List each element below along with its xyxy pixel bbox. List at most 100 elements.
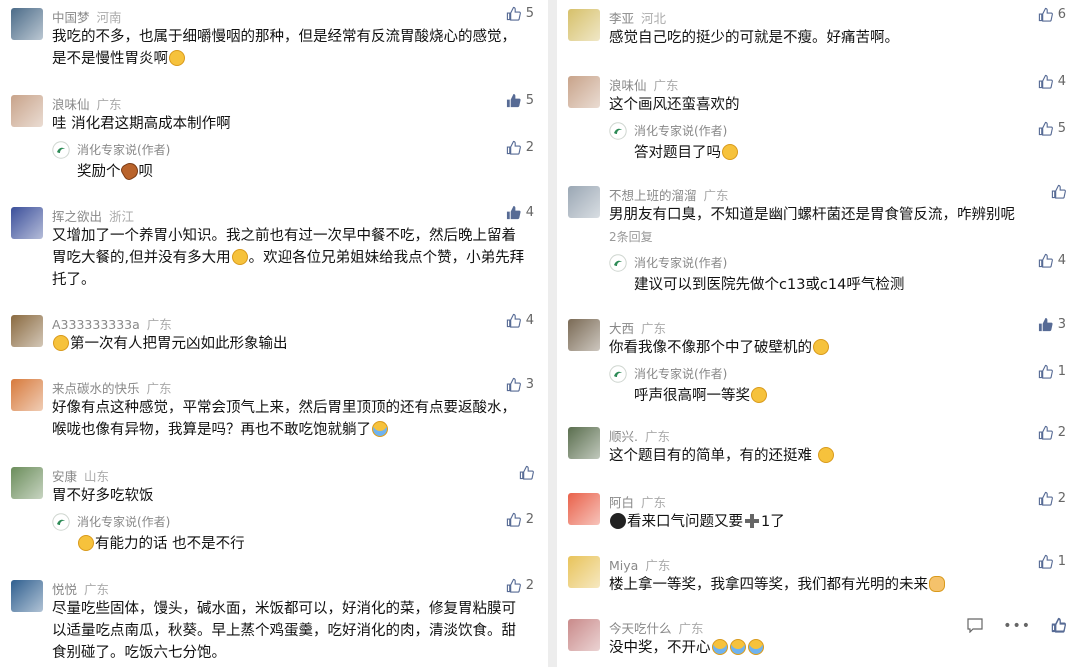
comment-header: 来点碳水的快乐 广东 xyxy=(52,378,172,397)
like-button[interactable]: 4 xyxy=(506,205,534,220)
like-button[interactable]: 4 xyxy=(1038,74,1066,89)
comment-text: 我吃的不多，也属于细嚼慢咽的那种，但是经常有反流胃酸烧心的感觉， 是不是慢性胃炎啊 xyxy=(52,29,516,67)
thumbs-up-icon[interactable] xyxy=(1051,618,1066,633)
like-button[interactable] xyxy=(1051,184,1066,199)
emoji-icon xyxy=(751,387,767,403)
comment-text: 你看我像不像那个中了破壁机的 xyxy=(609,337,1066,359)
author-reply: 消化专家说(作者) 呼声很高啊一等奖 1 xyxy=(609,363,1080,419)
more-replies-link[interactable]: 2条回复 xyxy=(609,228,653,245)
like-count: 5 xyxy=(525,6,534,21)
thumbs-up-icon xyxy=(506,512,521,527)
like-button[interactable]: 5 xyxy=(506,6,534,21)
emoji-icon xyxy=(747,639,764,655)
reply-like-button[interactable]: 2 xyxy=(506,140,534,155)
like-button[interactable]: 5 xyxy=(506,93,534,108)
avatar[interactable] xyxy=(568,9,600,41)
avatar[interactable] xyxy=(568,76,600,108)
user-name[interactable]: 浪味仙 xyxy=(52,97,90,112)
comment-text: 第一次有人把胃元凶如此形象输出 xyxy=(52,333,534,355)
user-name[interactable]: Miya xyxy=(609,558,638,573)
reply-author-name[interactable]: 消化专家说(作者) xyxy=(634,254,727,271)
user-name[interactable]: 今天吃什么 xyxy=(609,621,672,636)
like-button[interactable]: 3 xyxy=(1038,317,1066,332)
comment-text: 感觉自己吃的挺少的可就是不瘦。好痛苦啊。 xyxy=(609,30,899,46)
avatar[interactable] xyxy=(568,556,600,588)
emoji-icon xyxy=(813,339,829,355)
user-name[interactable]: 不想上班的溜溜 xyxy=(609,188,697,203)
like-button[interactable]: 6 xyxy=(1038,7,1066,22)
user-location: 广东 xyxy=(146,381,172,396)
reply-text: 呼声很高啊一等奖 xyxy=(634,385,768,407)
user-name[interactable]: 来点碳水的快乐 xyxy=(52,381,140,396)
reply-like-button[interactable]: 2 xyxy=(506,512,534,527)
comment-text: 这个画风还蛮喜欢的 xyxy=(609,97,740,113)
comment-text: 男朋友有口臭，不知道是幽门螺杆菌还是胃食管反流，咋辨别呢 xyxy=(609,207,1015,223)
avatar[interactable] xyxy=(11,467,43,499)
avatar[interactable] xyxy=(568,427,600,459)
like-button[interactable]: 3 xyxy=(506,377,534,392)
like-count: 3 xyxy=(1057,317,1066,332)
like-button[interactable]: 2 xyxy=(506,578,534,593)
avatar[interactable] xyxy=(568,493,600,525)
comment-header: 悦悦 广东 xyxy=(52,579,109,598)
comment-header: 安康 山东 xyxy=(52,466,109,485)
like-button[interactable]: 2 xyxy=(1038,425,1066,440)
comment-text: 胃不好多吃软饭 xyxy=(52,488,154,504)
user-name[interactable]: 安康 xyxy=(52,469,77,484)
user-location: 广东 xyxy=(641,321,667,336)
user-name[interactable]: 大西 xyxy=(609,321,634,336)
thumbs-up-icon xyxy=(1051,184,1066,199)
emoji-icon xyxy=(118,160,141,182)
user-name[interactable]: 浪味仙 xyxy=(609,78,647,93)
comment-text: 这个题目有的简单，有的还挺难 xyxy=(609,445,1066,467)
reply-author-name[interactable]: 消化专家说(作者) xyxy=(634,122,727,139)
comment-list-left: 中国梦 河南 5 我吃的不多，也属于细嚼慢咽的那种，但是经常有反流胃酸烧心的感觉， 是不… xyxy=(0,0,548,667)
comment-header: Miya 广东 xyxy=(609,555,670,574)
reply-author-name[interactable]: 消化专家说(作者) xyxy=(634,365,727,382)
avatar[interactable] xyxy=(11,379,43,411)
user-name[interactable]: 顺兴. xyxy=(609,429,638,444)
thumbs-up-icon xyxy=(1038,317,1053,332)
thumbs-up-icon xyxy=(506,578,521,593)
emoji-icon xyxy=(744,513,760,529)
avatar[interactable] xyxy=(568,186,600,218)
reply-like-button[interactable]: 5 xyxy=(1038,121,1066,136)
avatar[interactable] xyxy=(11,207,43,239)
reply-icon[interactable] xyxy=(967,618,983,637)
user-name[interactable]: 挥之欲出 xyxy=(52,209,102,224)
like-button[interactable] xyxy=(519,465,534,480)
emoji-icon xyxy=(722,144,738,160)
user-name[interactable]: 李亚 xyxy=(609,11,634,26)
like-count: 4 xyxy=(1057,253,1066,268)
like-button[interactable]: 2 xyxy=(1038,491,1066,506)
reply-text: 有能力的话 也不是不行 xyxy=(77,533,245,555)
author-reply: 消化专家说(作者) 奖励个呗 2 xyxy=(52,139,548,195)
comment-header: 浪味仙 广东 xyxy=(52,94,122,113)
user-name[interactable]: 阿白 xyxy=(609,495,634,510)
like-button[interactable]: 1 xyxy=(1038,554,1066,569)
like-count: 2 xyxy=(525,140,534,155)
thumbs-up-icon xyxy=(1038,74,1053,89)
reply-like-button[interactable]: 4 xyxy=(1038,253,1066,268)
emoji-icon xyxy=(817,447,834,463)
avatar[interactable] xyxy=(11,95,43,127)
user-name[interactable]: 中国梦 xyxy=(52,10,90,25)
avatar[interactable] xyxy=(11,580,43,612)
avatar[interactable] xyxy=(568,319,600,351)
avatar[interactable] xyxy=(568,619,600,651)
author-logo-icon xyxy=(52,513,70,531)
user-name[interactable]: A333333333a xyxy=(52,317,140,332)
emoji-icon xyxy=(231,249,248,265)
avatar[interactable] xyxy=(11,8,43,40)
like-button[interactable]: 4 xyxy=(506,313,534,328)
emoji-icon xyxy=(929,576,945,592)
like-count: 1 xyxy=(1057,554,1066,569)
thumbs-up-icon xyxy=(1038,121,1053,136)
user-name[interactable]: 悦悦 xyxy=(52,582,77,597)
reply-author-name[interactable]: 消化专家说(作者) xyxy=(77,513,170,530)
reply-author-name[interactable]: 消化专家说(作者) xyxy=(77,141,170,158)
more-options-icon[interactable]: ••• xyxy=(1003,618,1031,637)
avatar[interactable] xyxy=(11,315,43,347)
thumbs-up-icon xyxy=(1038,554,1053,569)
reply-like-button[interactable]: 1 xyxy=(1038,364,1066,379)
